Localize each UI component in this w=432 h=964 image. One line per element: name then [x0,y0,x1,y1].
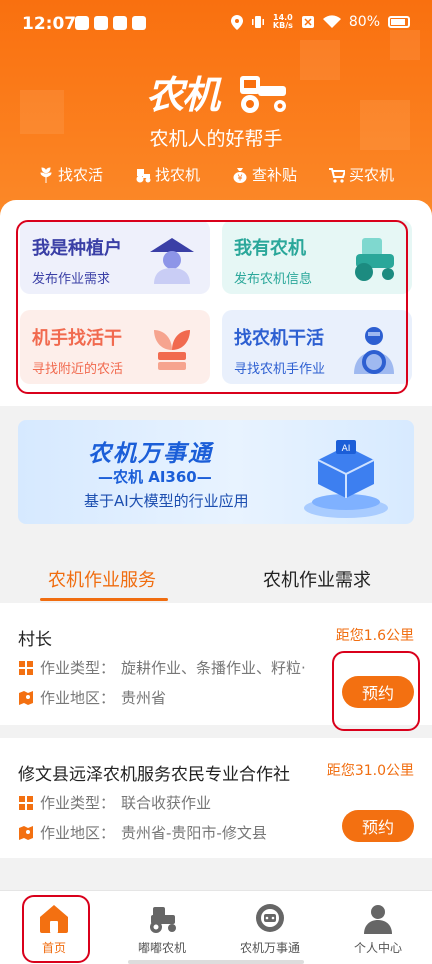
service-type-value: 旋耕作业、条播作业、籽粒· [121,659,306,677]
service-tabs: 农机作业服务 农机作业需求 [0,552,432,602]
quick-nav-label: 查补贴 [251,166,297,184]
highlight-box [22,895,90,963]
bottom-nav-wanshitong[interactable]: 农机万事通 [216,899,324,956]
bottom-nav-dudu[interactable]: 嘟嘟农机 [108,899,216,956]
svg-text:¥: ¥ [237,173,242,182]
notification-icon [132,16,146,30]
service-area-label: 作业地区： [40,824,116,842]
bottom-nav-profile[interactable]: 个人中心 [324,899,432,956]
quick-nav-label: 买农机 [348,166,394,184]
ai-chip-icon: AI [304,440,388,518]
map-pin-icon [19,690,33,705]
svg-text:AI: AI [342,444,351,454]
app-logo: 农机 [146,64,296,122]
bottom-nav-label: 嘟嘟农机 [137,941,186,955]
battery-percent: 80% [348,14,380,30]
speed-unit: KB/s [272,21,293,30]
bottom-nav: 首页 嘟嘟农机 农机万事通 个人中心 [0,890,432,964]
banner-subtitle: —农机 AI360— [98,468,212,486]
cart-icon [328,167,345,183]
quick-nav-buy[interactable]: 买农机 [328,164,394,185]
ai-banner[interactable]: 农机万事通 —农机 AI360— 基于AI大模型的行业应用 AI [18,420,414,524]
tractor-icon [136,168,151,182]
service-area-row: 作业地区： 贵州省-贵阳市-修文县 [18,822,326,843]
service-area-value: 贵州省-贵阳市-修文县 [121,824,267,842]
bottom-nav-label: 农机万事通 [239,941,300,955]
service-distance: 距您1.6公里 [335,628,414,644]
notification-icon [75,16,89,30]
tab-service[interactable]: 农机作业服务 [48,566,156,592]
service-type-row: 作业类型： 联合收获作业 [18,792,326,813]
highlight-box [332,651,420,731]
quick-nav-find-machine[interactable]: 找农机 [135,164,200,185]
notification-icon [113,16,127,30]
bottom-nav-label: 个人中心 [353,941,402,955]
status-right: 14.0 KB/s 80% [230,14,410,30]
ai-assistant-icon [256,904,284,932]
service-type-value: 联合收获作业 [121,794,212,812]
banner-title: 农机万事通 [88,441,213,467]
service-type-row: 作业类型： 旋耕作业、条播作业、籽粒· [18,657,326,678]
quick-nav: 找农活 找农机 ¥ 查补贴 买农机 [0,164,432,185]
status-bar: 12:07 14.0 KB/s 80% [0,0,432,50]
service-type-label: 作业类型： [40,794,116,812]
service-area-value: 贵州省 [121,689,167,707]
notification-icon [94,16,108,30]
tab-underline [40,598,168,601]
feature-tiles-section: 我是种植户 发布作业需求 我有农机 发布农机信息 机手找活干 寻找附近的农活 找… [0,200,432,406]
quick-nav-label: 找农机 [154,166,200,184]
user-icon [364,905,392,934]
tab-demand[interactable]: 农机作业需求 [263,566,371,592]
service-area-row: 作业地区： 贵州省 [18,687,326,708]
wifi-icon [322,15,341,28]
notification-icons [75,16,146,30]
network-speed: 14.0 KB/s [273,14,293,30]
slogan: 农机人的好帮手 [149,128,283,150]
wheat-icon [40,166,52,183]
service-type-label: 作业类型： [40,659,116,677]
service-card[interactable]: 修文县远泽农机服务农民专业合作社 距您31.0公里 作业类型： 联合收获作业 作… [0,738,432,858]
service-name: 修文县远泽农机服务农民专业合作社 [18,765,290,785]
quick-nav-label: 找农活 [57,166,103,184]
grid-icon [19,795,33,810]
book-button[interactable]: 预约 [342,810,414,842]
service-distance: 距您31.0公里 [326,763,414,779]
money-bag-icon: ¥ [233,167,247,183]
tractor-logo-icon [240,76,286,113]
service-area-label: 作业地区： [40,689,116,707]
hero-header: 12:07 14.0 KB/s 80% 农机 农机人的好帮手 找农活 找农机 ¥… [0,0,432,225]
grid-icon [19,660,33,675]
vibrate-icon [251,16,264,28]
gesture-bar [128,960,304,964]
map-pin-icon [19,825,33,840]
highlight-box [16,220,408,394]
sim-icon [301,16,314,28]
quick-nav-find-work[interactable]: 找农活 [38,164,103,185]
logo-text: 农机 [146,73,220,117]
banner-caption: 基于AI大模型的行业应用 [84,492,249,510]
battery-icon [388,16,410,28]
tractor-nav-icon [150,907,176,933]
quick-nav-subsidy[interactable]: ¥ 查补贴 [232,164,297,185]
service-card[interactable]: 村长 距您1.6公里 作业类型： 旋耕作业、条播作业、籽粒· 作业地区： 贵州省… [0,603,432,731]
status-time: 12:07 [22,14,77,34]
service-name: 村长 [18,630,52,650]
location-icon [230,14,243,30]
